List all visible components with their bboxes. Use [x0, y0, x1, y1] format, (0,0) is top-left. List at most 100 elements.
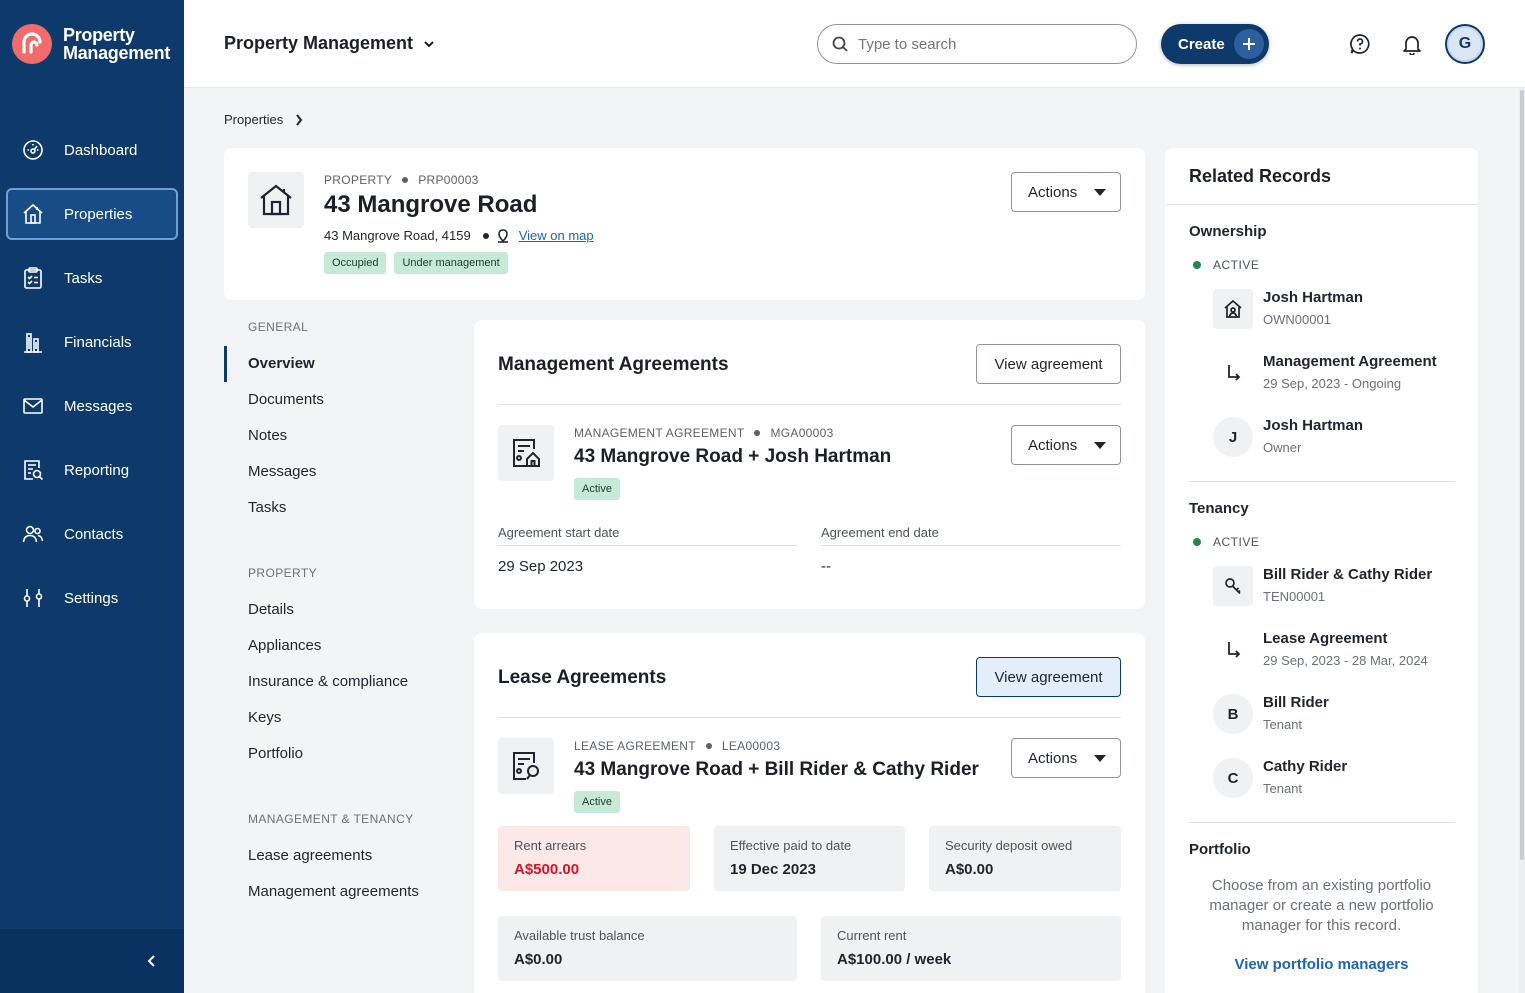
lease-document-icon: [498, 738, 554, 794]
subnav-item-overview[interactable]: Overview: [224, 346, 454, 382]
record-name: Management Agreement: [1263, 353, 1437, 370]
brand-line1: Property: [63, 25, 135, 45]
subnav-item-documents[interactable]: Documents: [224, 382, 454, 418]
view-portfolio-managers-link[interactable]: View portfolio managers: [1165, 956, 1478, 973]
tenancy-heading: Tenancy: [1189, 500, 1249, 517]
arrow-turn-down-right-icon: [1213, 630, 1253, 670]
owner-contact-record[interactable]: J Josh Hartman Owner: [1213, 417, 1363, 457]
rent-arrears-stat: Rent arrears A$500.00: [498, 826, 690, 891]
record-name: Cathy Rider: [1263, 758, 1348, 775]
property-address-line: 43 Mangrove Road, 4159 View on map: [324, 228, 594, 243]
sidebar-footer: [0, 929, 184, 993]
lease-actions-button[interactable]: Actions: [1011, 738, 1121, 778]
subnav-item-messages[interactable]: Messages: [224, 454, 454, 490]
subnav-item-notes[interactable]: Notes: [224, 418, 454, 454]
stat-label: Rent arrears: [514, 838, 587, 853]
subnav-item-portfolio[interactable]: Portfolio: [224, 736, 454, 772]
caret-down-icon: [1094, 442, 1106, 449]
subnav-item-insurance[interactable]: Insurance & compliance: [224, 664, 454, 700]
tenant-group-record[interactable]: Bill Rider & Cathy Rider TEN00001: [1213, 566, 1432, 606]
stat-value: 19 Dec 2023: [730, 861, 816, 878]
property-address: 43 Mangrove Road, 4159: [324, 228, 471, 243]
nav-label: Reporting: [64, 461, 130, 479]
people-icon: [22, 523, 44, 545]
lease-title: 43 Mangrove Road + Bill Rider & Cathy Ri…: [574, 759, 979, 780]
property-type-label: PROPERTY: [324, 173, 393, 187]
stat-value: A$500.00: [514, 861, 580, 878]
nav-label: Dashboard: [64, 141, 138, 159]
actions-label: Actions: [1028, 749, 1078, 767]
nav-item-properties[interactable]: Properties: [6, 188, 178, 240]
nav-item-messages[interactable]: Messages: [6, 380, 178, 432]
lease-agreement-record[interactable]: Lease Agreement 29 Sep, 2023 - 28 Mar, 20…: [1213, 630, 1428, 670]
nav-item-dashboard[interactable]: Dashboard: [6, 124, 178, 176]
create-button[interactable]: Create: [1161, 24, 1269, 64]
view-management-agreement-button[interactable]: View agreement: [976, 344, 1121, 384]
trust-balance-stat: Available trust balance A$0.00: [498, 916, 797, 981]
property-actions-button[interactable]: Actions: [1011, 172, 1121, 212]
subnav-item-lease-agreements[interactable]: Lease agreements: [224, 838, 454, 874]
panel-title: Related Records: [1189, 166, 1332, 186]
agreement-actions-button[interactable]: Actions: [1011, 425, 1121, 465]
scrollbar-thumb[interactable]: [1520, 90, 1524, 860]
record-sub: 29 Sep, 2023 - 28 Mar, 2024: [1263, 653, 1428, 668]
subnav-item-details[interactable]: Details: [224, 592, 454, 628]
arrow-turn-down-right-icon: [1213, 353, 1253, 393]
start-date-value: 29 Sep 2023: [498, 558, 584, 575]
chevron-right-icon: [296, 113, 303, 126]
status-badge: Active: [574, 478, 620, 500]
sidebar: Property Management Dashboard Properties…: [0, 0, 184, 993]
nav-item-reporting[interactable]: Reporting: [6, 444, 178, 496]
main-nav: Dashboard Properties Tasks Financials Me…: [6, 124, 178, 636]
management-agreements-card: Management Agreements View agreement MAN…: [474, 320, 1145, 609]
view-lease-agreement-button[interactable]: View agreement: [976, 657, 1121, 697]
view-on-map-link[interactable]: View on map: [519, 228, 594, 243]
breadcrumb: Properties: [224, 112, 303, 127]
tenant-contact-record[interactable]: B Bill Rider Tenant: [1213, 694, 1329, 734]
nav-item-tasks[interactable]: Tasks: [6, 252, 178, 304]
top-bar: Property Management Create G: [184, 0, 1525, 88]
portfolio-heading: Portfolio: [1189, 841, 1251, 858]
plus-icon: [1234, 29, 1264, 59]
nav-item-financials[interactable]: Financials: [6, 316, 178, 368]
app-switcher[interactable]: Property Management: [224, 33, 435, 54]
nav-item-contacts[interactable]: Contacts: [6, 508, 178, 560]
subnav-item-keys[interactable]: Keys: [224, 700, 454, 736]
nav-item-settings[interactable]: Settings: [6, 572, 178, 624]
chevron-down-icon: [424, 40, 434, 47]
nav-label: Properties: [64, 205, 133, 223]
search-icon: [832, 36, 848, 52]
end-date-label: Agreement end date: [821, 525, 939, 540]
collapse-sidebar-button[interactable]: [142, 951, 162, 971]
owner-group-record[interactable]: Josh Hartman OWN00001: [1213, 289, 1363, 329]
search-input[interactable]: [858, 35, 1118, 53]
management-agreement-record[interactable]: Management Agreement 29 Sep, 2023 - Ongoi…: [1213, 353, 1437, 393]
record-name: Josh Hartman: [1263, 417, 1364, 434]
ownership-status: ACTIVE: [1193, 258, 1259, 272]
brand-logo[interactable]: Property Management: [12, 24, 170, 64]
stat-value: A$0.00: [514, 951, 563, 968]
nav-label: Settings: [64, 589, 119, 607]
breadcrumb-properties[interactable]: Properties: [224, 112, 283, 127]
app-title: Property Management: [224, 33, 414, 53]
subnav-item-tasks[interactable]: Tasks: [224, 490, 454, 526]
agreement-meta: MANAGEMENT AGREEMENT MGA00003: [574, 426, 834, 440]
notifications-bell-icon[interactable]: [1401, 33, 1423, 60]
subnav-item-appliances[interactable]: Appliances: [224, 628, 454, 664]
portfolio-empty-text: Choose from an existing portfolio manage…: [1209, 877, 1434, 934]
agreement-id: MGA00003: [770, 426, 834, 440]
caret-down-icon: [1094, 755, 1106, 762]
tenant-contact-record[interactable]: C Cathy Rider Tenant: [1213, 758, 1347, 798]
avatar: B: [1213, 694, 1253, 734]
stat-label: Security deposit owed: [945, 838, 1073, 853]
create-label: Create: [1178, 35, 1225, 53]
report-search-icon: [22, 459, 44, 481]
lease-type-label: LEASE AGREEMENT: [574, 739, 696, 753]
record-sub: Tenant: [1263, 781, 1303, 796]
start-date-label: Agreement start date: [498, 525, 620, 540]
help-icon[interactable]: [1349, 33, 1371, 60]
subnav-item-management-agreements[interactable]: Management agreements: [224, 874, 454, 910]
user-avatar[interactable]: G: [1445, 24, 1485, 64]
property-meta: PROPERTY PRP00003: [324, 173, 479, 187]
record-sub: 29 Sep, 2023 - Ongoing: [1263, 376, 1402, 391]
